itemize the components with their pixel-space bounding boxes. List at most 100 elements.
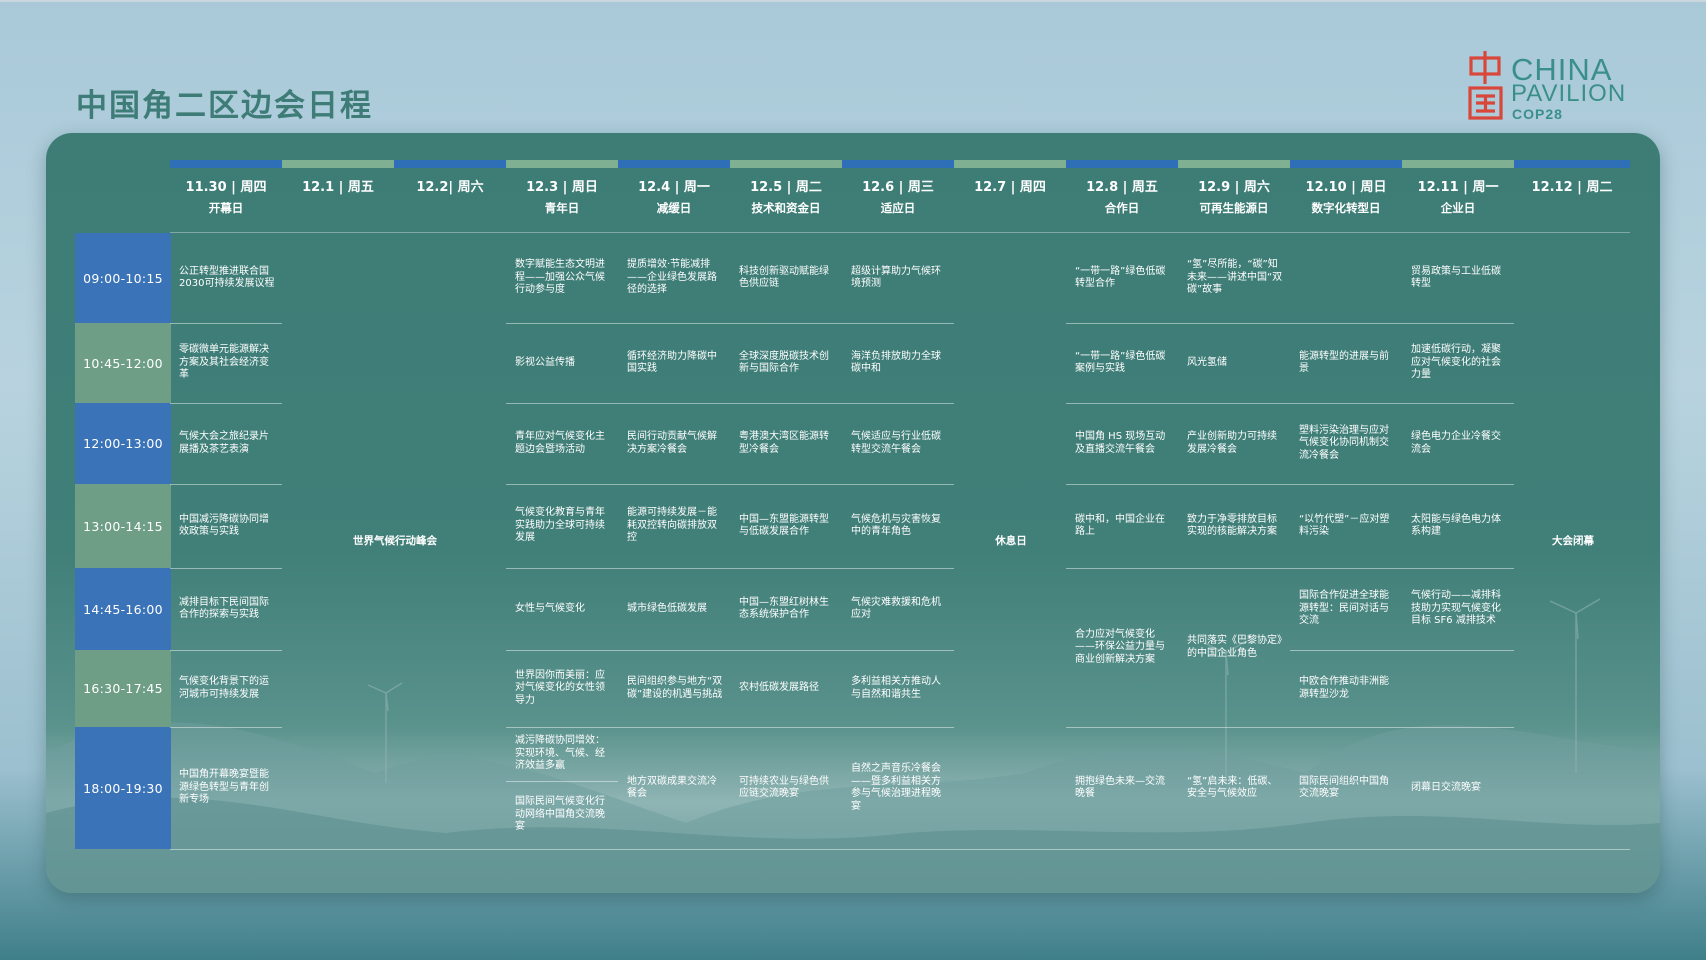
- column-header: 12.1 | 周五: [282, 176, 394, 216]
- session-title: 农村低碳发展路径: [739, 682, 819, 694]
- session-cell: 循环经济助力降碳中国实践: [618, 323, 730, 403]
- session-title: 能源可持续发展－能耗双控转向碳排放双控: [627, 507, 717, 544]
- session-cell: 影视公益传播: [506, 323, 618, 403]
- session-title: “氢”尽所能，“碳”知未来——讲述中国“双碳”故事: [1187, 259, 1283, 296]
- session-cell: 碳中和，中国企业在路上: [1066, 484, 1178, 568]
- session-cell: 地方双碳成果交流冷餐会: [618, 727, 730, 849]
- logo-pavilion-text: PAVILION: [1511, 80, 1627, 107]
- session-title: 塑料污染治理与应对气候变化协同机制交流冷餐会: [1299, 424, 1389, 461]
- column-header: 12.6 | 周三 适应日: [842, 176, 954, 216]
- session-title: 中国角 HS 现场互动及直播交流午餐会: [1075, 431, 1166, 455]
- column-bar: [1178, 160, 1290, 168]
- session-title: 城市绿色低碳发展: [627, 602, 707, 614]
- column-date: 12.7 | 周四: [974, 180, 1046, 195]
- session-title: 粤港澳大湾区能源转型冷餐会: [739, 431, 829, 455]
- session-cell: 绿色电力企业冷餐交流会: [1402, 403, 1514, 484]
- session-cell: 中国减污降碳协同增效政策与实践: [170, 484, 282, 568]
- column-header: 12.12 | 周二: [1514, 176, 1630, 216]
- column-theme: 开幕日: [208, 201, 244, 215]
- column-bar: [618, 160, 730, 168]
- session-title: 气候大会之旅纪录片展播及茶艺表演: [179, 431, 269, 455]
- session-title: 科技创新驱动赋能绿色供应链: [739, 265, 829, 290]
- session-title: 多利益相关方推动人与自然和谐共生: [851, 676, 941, 700]
- column-bar: [394, 160, 506, 168]
- session-cell: 能源转型的进展与前景: [1290, 323, 1402, 403]
- column-theme: [282, 200, 394, 216]
- session-title: 闭幕日交流晚宴: [1411, 781, 1481, 793]
- column-date: 12.10 | 周日: [1305, 180, 1387, 195]
- session-cell: 共同落实《巴黎协定》的中国企业角色: [1178, 568, 1290, 727]
- session-cell: “以竹代塑”－应对塑料污染: [1290, 484, 1402, 568]
- column-header: 12.11 | 周一 企业日: [1402, 176, 1514, 216]
- column-theme: 可再生能源日: [1199, 201, 1269, 215]
- page-title: 中国角二区边会日程: [76, 88, 373, 124]
- session-cell: 气候变化背景下的运河城市可持续发展: [170, 650, 282, 727]
- session-cell: 科技创新驱动赋能绿色供应链: [730, 233, 842, 323]
- session-cell: 加速低碳行动，凝聚应对气候变化的社会力量: [1402, 323, 1514, 403]
- session-cell: 中国角开幕晚宴暨能源绿色转型与青年创新专场: [170, 727, 282, 849]
- time-slot: 09:00-10:15: [75, 233, 171, 323]
- session-cell: 国际民间气候变化行动网络中国角交流晚宴: [506, 781, 618, 849]
- column-header: 12.3 | 周日 青年日: [506, 176, 618, 216]
- session-cell: 贸易政策与工业低碳转型: [1402, 233, 1514, 323]
- session-cell: 合力应对气候变化——环保公益力量与商业创新解决方案: [1066, 568, 1178, 727]
- session-cell: 民间组织参与地方“双碳”建设的机遇与挑战: [618, 650, 730, 727]
- session-title: 循环经济助力降碳中国实践: [627, 350, 717, 375]
- column-theme: [1514, 200, 1630, 216]
- schedule-panel: 11.30 | 周四 开幕日 12.1 | 周五 12.2| 周六 12.3 | …: [46, 133, 1660, 893]
- session-title: 加速低碳行动，凝聚应对气候变化的社会力量: [1411, 344, 1501, 381]
- column-date: 12.11 | 周一: [1417, 180, 1499, 195]
- session-cell: 国际合作促进全球能源转型：民间对话与交流: [1290, 568, 1402, 650]
- session-title: 地方双碳成果交流冷餐会: [627, 775, 717, 800]
- session-cell: 拥抱绿色未来—交流晚餐: [1066, 727, 1178, 849]
- session-cell: 民间行动贡献气候解决方案冷餐会: [618, 403, 730, 484]
- session-title: 国际合作促进全球能源转型：民间对话与交流: [1299, 590, 1389, 627]
- column-date: 11.30 | 周四: [185, 180, 267, 195]
- session-title: 中欧合作推动非洲能源转型沙龙: [1299, 676, 1389, 700]
- column-header: 12.9 | 周六 可再生能源日: [1178, 176, 1290, 216]
- session-title: 气候行动——减排科技助力实现气候变化目标 SF6 减排技术: [1411, 590, 1501, 627]
- column-bar: [954, 160, 1066, 168]
- session-title: 气候危机与灾害恢复中的青年角色: [851, 513, 941, 538]
- column-date: 12.2| 周六: [416, 180, 484, 195]
- session-cell: 闭幕日交流晚宴: [1402, 727, 1514, 849]
- session-title: 中国角开幕晚宴暨能源绿色转型与青年创新专场: [179, 769, 269, 806]
- session-cell: 气候适应与行业低碳转型交流午餐会: [842, 403, 954, 484]
- session-cell: “一带一路”绿色低碳案例与实践: [1066, 323, 1178, 403]
- logo-cop28-text: COP28: [1512, 106, 1563, 122]
- column-date: 12.9 | 周六: [1198, 180, 1270, 195]
- session-cell: “一带一路”绿色低碳转型合作: [1066, 233, 1178, 323]
- session-cell: 气候大会之旅纪录片展播及茶艺表演: [170, 403, 282, 484]
- session-cell: 气候行动——减排科技助力实现气候变化目标 SF6 减排技术: [1402, 568, 1514, 650]
- session-title: 数字赋能生态文明进程——加强公众气候行动参与度: [515, 259, 605, 296]
- session-title: 超级计算助力气候环境预测: [851, 265, 941, 290]
- time-slot: 12:00-13:00: [75, 403, 171, 484]
- session-title: 拥抱绿色未来—交流晚餐: [1075, 775, 1165, 800]
- column-theme: 数字化转型日: [1311, 201, 1381, 215]
- rest-day-label: 休息日: [995, 534, 1027, 547]
- session-title: 女性与气候变化: [515, 602, 585, 614]
- session-cell: 青年应对气候变化主题边会暨场活动: [506, 403, 618, 484]
- column-header: 12.4 | 周一 减缓日: [618, 176, 730, 216]
- session-cell: 可持续农业与绿色供应链交流晚宴: [730, 727, 842, 849]
- column-bar: [282, 160, 394, 168]
- session-cell: 气候危机与灾害恢复中的青年角色: [842, 484, 954, 568]
- session-title: 气候灾难救援和危机应对: [851, 596, 941, 621]
- session-cell: 多利益相关方推动人与自然和谐共生: [842, 650, 954, 727]
- time-slot: 18:00-19:30: [75, 727, 171, 849]
- column-bar: [1066, 160, 1178, 168]
- session-title: 公正转型推进联合国2030可持续发展议程: [179, 265, 275, 290]
- session-title: 绿色电力企业冷餐交流会: [1411, 431, 1501, 455]
- session-title: 致力于净零排放目标实现的核能解决方案: [1187, 513, 1277, 538]
- column-theme: 企业日: [1440, 201, 1476, 215]
- column-header: 12.5 | 周二 技术和资金日: [730, 176, 842, 216]
- china-pavilion-logo: CHINA PAVILION COP28: [1466, 50, 1636, 124]
- column-header: 12.8 | 周五 合作日: [1066, 176, 1178, 216]
- session-cell: 中国—东盟红树林生态系统保护合作: [730, 568, 842, 650]
- session-title: 减污降碳协同增效：实现环境、气候、经济效益多赢: [515, 735, 605, 772]
- session-cell: 风光氢储: [1178, 323, 1290, 403]
- session-title: 零碳微单元能源解决方案及其社会经济变革: [179, 344, 269, 381]
- session-title: “以竹代塑”－应对塑料污染: [1299, 513, 1390, 538]
- session-title: 全球深度脱碳技术创新与国际合作: [739, 350, 829, 375]
- column-bar: [730, 160, 842, 168]
